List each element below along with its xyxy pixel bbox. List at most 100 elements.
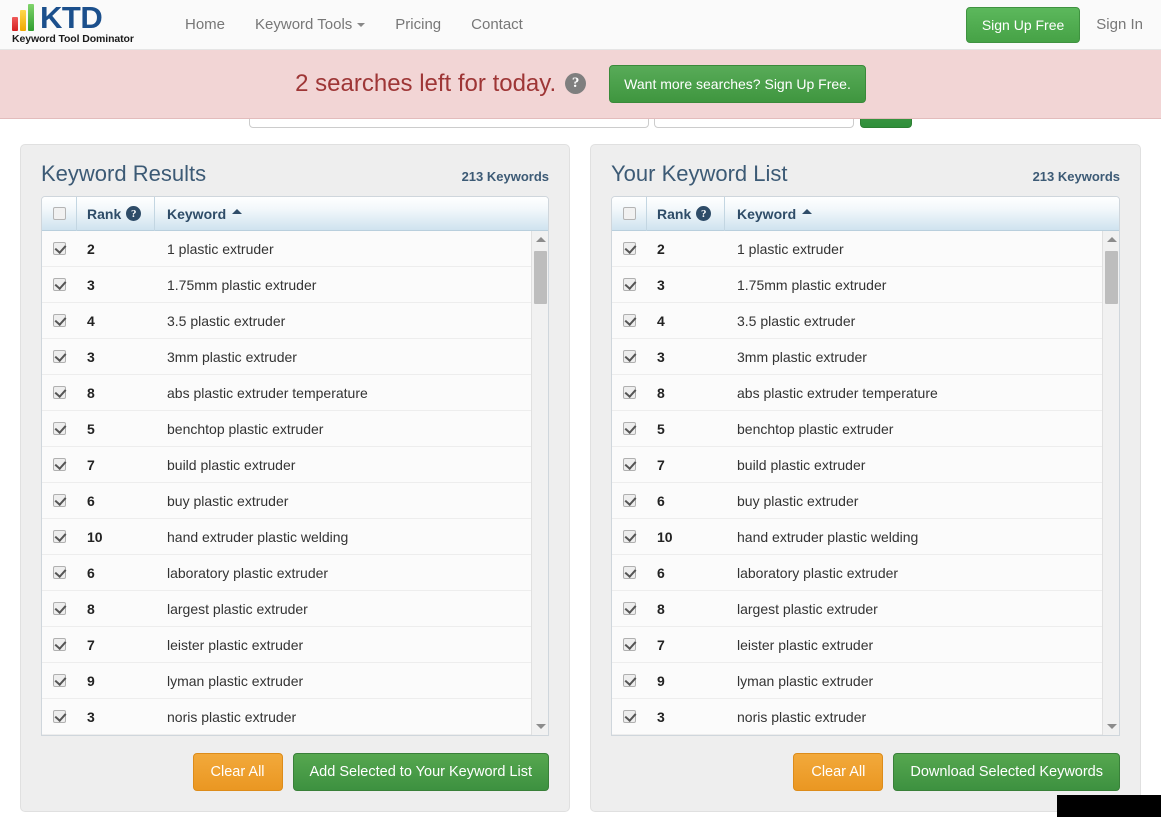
- row-checkbox[interactable]: [623, 314, 636, 327]
- row-checkbox[interactable]: [53, 278, 66, 291]
- keyword-header-cell[interactable]: Keyword: [155, 197, 548, 231]
- scroll-down-arrow-icon[interactable]: [1103, 718, 1119, 735]
- rank-help-icon[interactable]: ?: [126, 206, 142, 221]
- table-row[interactable]: 10 hand extruder plastic welding: [42, 519, 531, 555]
- row-checkbox[interactable]: [623, 458, 636, 471]
- table-row[interactable]: 7 leister plastic extruder: [612, 627, 1102, 663]
- keyword-results-scrollbar[interactable]: [531, 231, 548, 735]
- row-checkbox[interactable]: [623, 278, 636, 291]
- table-row[interactable]: 3 noris plastic extruder: [612, 699, 1102, 735]
- table-row[interactable]: 6 buy plastic extruder: [612, 483, 1102, 519]
- table-row[interactable]: 3 1.75mm plastic extruder: [612, 267, 1102, 303]
- table-row[interactable]: 4 3.5 plastic extruder: [42, 303, 531, 339]
- download-selected-keywords-button[interactable]: Download Selected Keywords: [893, 753, 1120, 791]
- table-row[interactable]: 6 laboratory plastic extruder: [612, 555, 1102, 591]
- row-checkbox[interactable]: [623, 710, 636, 723]
- scrollbar-thumb[interactable]: [534, 251, 547, 304]
- table-row[interactable]: 3 noris plastic extruder: [42, 699, 531, 735]
- table-row[interactable]: 2 1 plastic extruder: [612, 231, 1102, 267]
- table-row[interactable]: 6 buy plastic extruder: [42, 483, 531, 519]
- table-row[interactable]: 7 leister plastic extruder: [42, 627, 531, 663]
- keyword-results-title: Keyword Results: [41, 161, 207, 186]
- row-checkbox[interactable]: [623, 494, 636, 507]
- table-row[interactable]: 5 benchtop plastic extruder: [612, 411, 1102, 447]
- rank-header-cell[interactable]: Rank ?: [647, 197, 725, 231]
- nav-item-keyword-tools[interactable]: Keyword Tools: [240, 0, 380, 50]
- table-row[interactable]: 8 largest plastic extruder: [612, 591, 1102, 627]
- row-checkbox[interactable]: [623, 674, 636, 687]
- table-row[interactable]: 7 build plastic extruder: [612, 447, 1102, 483]
- rank-cell: 4: [657, 312, 665, 329]
- row-checkbox-cell: [42, 422, 77, 435]
- table-row[interactable]: 7 build plastic extruder: [42, 447, 531, 483]
- row-checkbox[interactable]: [623, 530, 636, 543]
- table-row[interactable]: 2 1 plastic extruder: [42, 231, 531, 267]
- table-row[interactable]: 4 3.5 plastic extruder: [612, 303, 1102, 339]
- table-row[interactable]: 3 3mm plastic extruder: [42, 339, 531, 375]
- table-row[interactable]: 5 benchtop plastic extruder: [42, 411, 531, 447]
- rank-cell: 6: [87, 564, 95, 581]
- row-checkbox[interactable]: [53, 494, 66, 507]
- rank-cell: 3: [657, 348, 665, 365]
- table-row[interactable]: 10 hand extruder plastic welding: [612, 519, 1102, 555]
- row-checkbox[interactable]: [623, 638, 636, 651]
- row-checkbox[interactable]: [53, 566, 66, 579]
- row-checkbox-cell: [42, 602, 77, 615]
- table-row[interactable]: 3 3mm plastic extruder: [612, 339, 1102, 375]
- scroll-down-arrow-icon[interactable]: [532, 718, 548, 735]
- nav-item-home[interactable]: Home: [170, 0, 240, 50]
- row-checkbox[interactable]: [623, 386, 636, 399]
- select-all-checkbox[interactable]: [622, 207, 636, 220]
- row-checkbox[interactable]: [623, 350, 636, 363]
- row-checkbox[interactable]: [53, 314, 66, 327]
- select-all-checkbox[interactable]: [52, 207, 66, 220]
- row-checkbox[interactable]: [53, 710, 66, 723]
- row-checkbox[interactable]: [623, 602, 636, 615]
- scrollbar-thumb[interactable]: [1105, 251, 1118, 304]
- table-row[interactable]: 8 largest plastic extruder: [42, 591, 531, 627]
- row-checkbox[interactable]: [623, 566, 636, 579]
- rank-header-cell[interactable]: Rank ?: [77, 197, 155, 231]
- nav-item-contact[interactable]: Contact: [456, 0, 538, 50]
- row-checkbox[interactable]: [53, 458, 66, 471]
- sign-in-link[interactable]: Sign In: [1096, 16, 1143, 33]
- table-row[interactable]: 8 abs plastic extruder temperature: [612, 375, 1102, 411]
- row-checkbox-cell: [612, 710, 647, 723]
- table-row[interactable]: 3 1.75mm plastic extruder: [42, 267, 531, 303]
- scroll-up-arrow-icon[interactable]: [1103, 231, 1119, 248]
- row-checkbox[interactable]: [53, 602, 66, 615]
- row-checkbox[interactable]: [53, 242, 66, 255]
- brand-tagline: Keyword Tool Dominator: [12, 33, 134, 45]
- rank-cell: 8: [87, 384, 95, 401]
- brand-logo[interactable]: KTD Keyword Tool Dominator: [12, 2, 152, 45]
- table-row[interactable]: 9 lyman plastic extruder: [42, 663, 531, 699]
- keyword-cell: build plastic extruder: [167, 456, 296, 473]
- nav-label-keyword-tools: Keyword Tools: [255, 15, 353, 33]
- table-row[interactable]: 6 laboratory plastic extruder: [42, 555, 531, 591]
- clear-all-results-button[interactable]: Clear All: [192, 753, 283, 791]
- rank-cell: 4: [87, 312, 95, 329]
- row-checkbox[interactable]: [623, 242, 636, 255]
- sign-up-free-button[interactable]: Sign Up Free: [965, 6, 1081, 43]
- table-row[interactable]: 8 abs plastic extruder temperature: [42, 375, 531, 411]
- clear-all-list-button[interactable]: Clear All: [793, 753, 884, 791]
- scroll-up-arrow-icon[interactable]: [532, 231, 548, 248]
- row-checkbox[interactable]: [53, 638, 66, 651]
- row-checkbox[interactable]: [53, 530, 66, 543]
- keyword-header-label: Keyword: [737, 205, 797, 222]
- row-checkbox[interactable]: [53, 350, 66, 363]
- row-checkbox[interactable]: [53, 422, 66, 435]
- row-checkbox[interactable]: [53, 386, 66, 399]
- add-selected-to-list-button[interactable]: Add Selected to Your Keyword List: [292, 753, 549, 791]
- rank-help-icon[interactable]: ?: [696, 206, 712, 221]
- row-checkbox[interactable]: [623, 422, 636, 435]
- nav-item-pricing[interactable]: Pricing: [380, 0, 456, 50]
- keyword-header-cell[interactable]: Keyword: [725, 197, 1119, 231]
- want-more-searches-button[interactable]: Want more searches? Sign Up Free.: [609, 65, 866, 103]
- rank-cell: 7: [87, 456, 95, 473]
- table-row[interactable]: 9 lyman plastic extruder: [612, 663, 1102, 699]
- question-mark-icon[interactable]: ?: [565, 73, 587, 94]
- your-keyword-list-scrollbar[interactable]: [1102, 231, 1119, 735]
- redaction-overlay: [1057, 795, 1161, 817]
- row-checkbox[interactable]: [53, 674, 66, 687]
